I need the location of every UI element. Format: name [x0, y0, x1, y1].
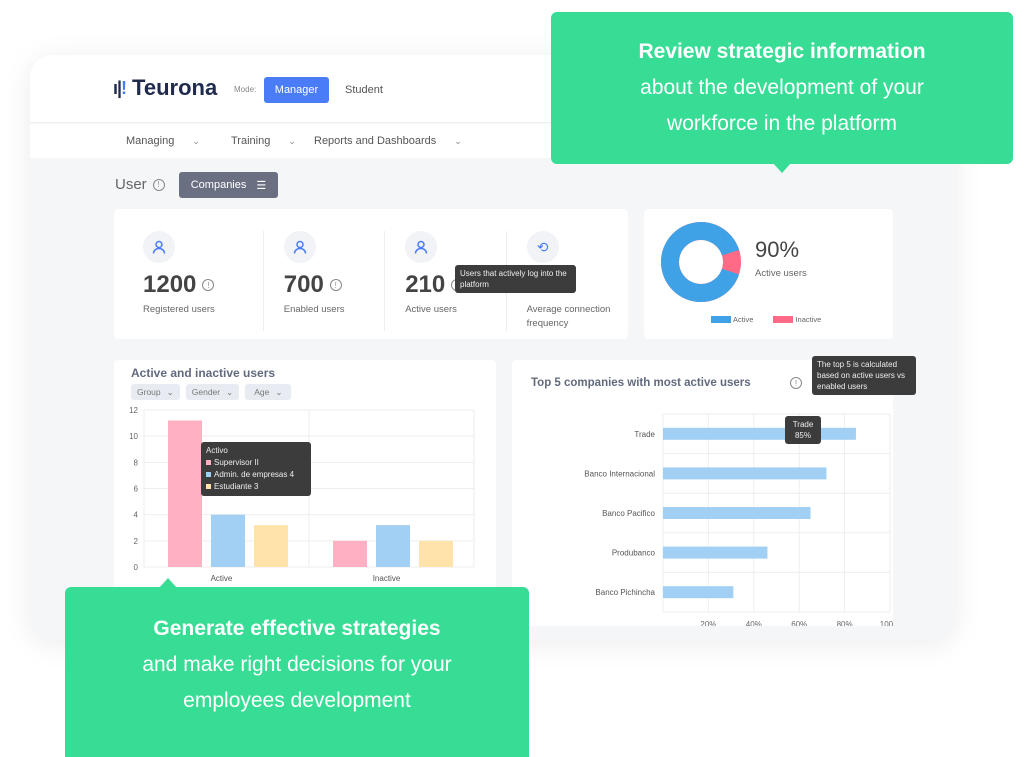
y-tick-label: Banco Pacifico [602, 509, 655, 518]
x-tick-label: Active [211, 574, 233, 583]
chevron-down-icon: ⌄ [166, 386, 174, 397]
bar[interactable] [663, 507, 811, 519]
bar[interactable] [663, 546, 768, 559]
donut-card: 90% Active users Active Inactive [644, 209, 893, 339]
user-icon [143, 231, 175, 263]
chart-title: Top 5 companies with most active users [531, 377, 751, 389]
callout-bottom: Generate effective strategies and make r… [65, 578, 529, 757]
stat-0: 1200! Registered users [143, 231, 264, 331]
chevron-down-icon: ⌄ [288, 135, 296, 146]
user-active-icon [405, 231, 438, 263]
y-tick-label: 10 [129, 432, 138, 441]
chevron-down-icon: ⌄ [226, 386, 234, 397]
filter-icon: ☰ [256, 179, 267, 192]
y-tick-label: Banco Internacional [584, 469, 655, 478]
info-icon[interactable]: ! [152, 178, 165, 191]
active-users-tooltip: Users that actively log into the platfor… [455, 265, 576, 293]
x-tick-label: 40% [746, 620, 762, 626]
group-dropdown[interactable]: Group ⌄ [131, 384, 180, 400]
y-tick-label: 0 [134, 563, 139, 572]
chevron-down-icon: ⌄ [192, 135, 200, 146]
legend-active: Active [711, 315, 753, 324]
bar[interactable] [333, 540, 367, 567]
chart-title: Active and inactive users [131, 366, 276, 380]
bar-tooltip: Trade 85% [785, 416, 821, 444]
bar[interactable] [663, 586, 734, 599]
y-tick-label: Banco Pichincha [595, 588, 655, 597]
mode-manager-button[interactable]: Manager [264, 77, 329, 103]
callout-top: Review strategic information about the d… [551, 12, 1013, 173]
bar[interactable] [254, 525, 288, 567]
age-dropdown[interactable]: Age ⌄ [245, 384, 292, 400]
donut-label: Active users [755, 268, 807, 279]
x-tick-label: 60% [791, 620, 807, 626]
bar[interactable] [376, 525, 410, 567]
legend-inactive: Inactive [773, 315, 821, 324]
x-tick-label: Inactive [373, 574, 401, 583]
mode-student-button[interactable]: Student [345, 77, 383, 103]
info-icon[interactable]: ! [329, 279, 342, 291]
bar-tooltip: Activo Supervisor II Admin. de empresas … [201, 442, 311, 496]
y-tick-label: 6 [134, 485, 139, 494]
page-title: User! [115, 176, 165, 193]
y-tick-label: 2 [134, 537, 139, 546]
x-tick-label: 20% [700, 620, 716, 626]
y-tick-label: Produbanco [612, 549, 656, 558]
stat-1: 700! Enabled users [264, 231, 386, 331]
nav-training[interactable]: Training ⌄ [231, 135, 296, 147]
bar[interactable] [168, 420, 202, 567]
top-companies-bar-chart: 20% 40% 60% 80% 100% Trade Banco Internacional… [584, 413, 893, 626]
callout-pointer [773, 163, 791, 173]
donut-value: 90% [755, 237, 800, 262]
chevron-down-icon: ⌄ [454, 135, 462, 146]
mode-label: Mode: [234, 85, 257, 94]
clock-history-icon: ⟲ [526, 231, 559, 263]
top5-info-tooltip: The top 5 is calculated based on active … [812, 356, 916, 395]
x-tick-label: 80% [837, 620, 853, 626]
bar[interactable] [211, 514, 245, 567]
logo-icon: ı|! [113, 77, 127, 98]
nav-managing[interactable]: Managing ⌄ [126, 135, 200, 147]
y-tick-label: 12 [129, 406, 138, 415]
info-icon[interactable]: ! [790, 377, 802, 389]
x-tick-label: 100% [880, 620, 893, 626]
bar[interactable] [663, 467, 827, 480]
nav-reports[interactable]: Reports and Dashboards ⌄ [314, 135, 462, 147]
y-tick-label: 4 [134, 511, 139, 520]
bar[interactable] [663, 427, 856, 440]
logo[interactable]: ı|! Teurona [113, 75, 217, 101]
donut-legend: Active Inactive [711, 315, 821, 324]
chevron-down-icon: ⌄ [275, 386, 283, 397]
y-tick-label: Trade [634, 430, 655, 439]
bar[interactable] [419, 540, 453, 567]
companies-filter-button[interactable]: Companies ☰ [179, 172, 278, 198]
gender-dropdown[interactable]: Gender ⌄ [185, 384, 240, 400]
user-check-icon [283, 231, 316, 263]
callout-pointer [159, 578, 177, 588]
top-companies-card: Top 5 companies with most active users !… [512, 360, 893, 626]
donut-chart [661, 222, 741, 302]
y-tick-label: 8 [134, 458, 139, 467]
info-icon[interactable]: ! [202, 279, 215, 291]
